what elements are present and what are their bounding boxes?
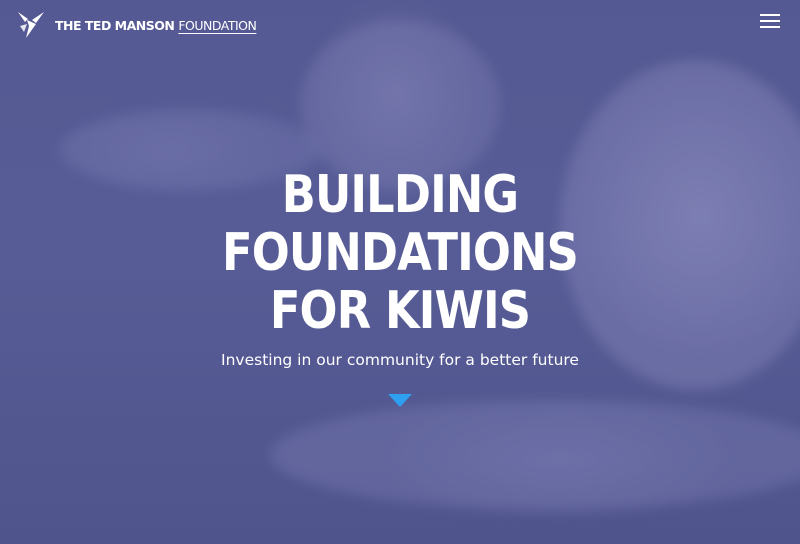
headline-line: BUILDING [281,165,519,225]
brand-name-main: THE TED MANSON [55,17,175,33]
headline-line: FOUNDATIONS [222,223,579,283]
hero-tagline: Investing in our community for a better … [221,351,579,369]
brand-name: THE TED MANSON FOUNDATION [55,17,257,33]
menu-line [760,20,780,22]
hamburger-menu-icon[interactable] [760,14,780,30]
headline-line: FOR KIWIS [269,281,531,341]
triangle-down-icon[interactable] [388,394,412,407]
menu-line [760,26,780,28]
menu-line [760,14,780,16]
site-logo[interactable]: THE TED MANSON FOUNDATION [16,10,257,40]
hero-headline: BUILDING FOUNDATIONS FOR KIWIS [56,166,744,340]
brand-name-accent: FOUNDATION [178,17,257,33]
bird-logo-icon [18,12,44,38]
